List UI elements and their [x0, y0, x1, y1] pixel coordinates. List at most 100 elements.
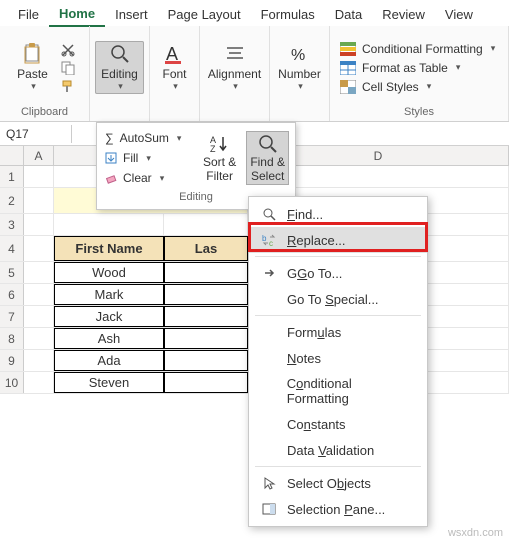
menu-formulas[interactable]: Formulas: [249, 319, 427, 345]
menu-replace[interactable]: bc Replace...: [249, 227, 427, 253]
group-alignment: Alignment ▾: [200, 26, 270, 121]
group-editing: Editing ▾: [90, 26, 150, 121]
conditional-formatting-icon: [340, 42, 356, 56]
data-cell-first[interactable]: Ash: [54, 328, 164, 349]
autosum-button[interactable]: ∑ AutoSum▾: [103, 129, 193, 147]
conditional-formatting-label: Conditional Formatting: [362, 42, 483, 56]
cell[interactable]: [24, 372, 54, 393]
chevron-down-icon: ▾: [173, 81, 178, 92]
font-icon: A: [163, 43, 185, 65]
chevron-down-icon: ▾: [31, 81, 36, 92]
row-header[interactable]: 3: [0, 214, 24, 235]
cell[interactable]: [24, 306, 54, 327]
number-button[interactable]: % Number ▾: [272, 41, 327, 94]
data-cell-last[interactable]: [164, 328, 248, 349]
editing-label: Editing: [101, 67, 138, 81]
menu-find[interactable]: Find...: [249, 201, 427, 227]
search-icon: [261, 206, 277, 222]
data-cell-last[interactable]: [164, 306, 248, 327]
menu-data-validation[interactable]: Data Validation: [249, 437, 427, 463]
chevron-down-icon: ▾: [298, 81, 303, 92]
clear-button[interactable]: Clear▾: [103, 169, 193, 187]
data-cell-last[interactable]: [164, 372, 248, 393]
cell[interactable]: [24, 262, 54, 283]
group-styles: Conditional Formatting▾ Format as Table▾…: [330, 26, 509, 121]
data-cell-last[interactable]: [164, 284, 248, 305]
styles-label: Styles: [404, 105, 434, 119]
data-cell-first[interactable]: Mark: [54, 284, 164, 305]
select-all-corner[interactable]: [0, 146, 24, 165]
data-cell-last[interactable]: [164, 350, 248, 371]
tab-file[interactable]: File: [8, 3, 49, 26]
cell[interactable]: [54, 214, 164, 235]
sort-filter-button[interactable]: AZ Sort & Filter: [199, 131, 240, 185]
menu-goto-special[interactable]: Go To Special...: [249, 286, 427, 312]
cell[interactable]: [24, 236, 54, 261]
fill-down-icon: [105, 152, 117, 164]
pane-icon: [261, 501, 277, 517]
row-header[interactable]: 6: [0, 284, 24, 305]
cell[interactable]: [24, 166, 54, 187]
menu-notes[interactable]: Notes: [249, 345, 427, 371]
row-header[interactable]: 1: [0, 166, 24, 187]
autosum-label: AutoSum: [120, 131, 169, 145]
clear-label: Clear: [123, 171, 152, 185]
data-cell-first[interactable]: Steven: [54, 372, 164, 393]
tab-home[interactable]: Home: [49, 2, 105, 27]
menu-conditional-formatting[interactable]: Conditional Formatting: [249, 371, 427, 411]
row-header[interactable]: 10: [0, 372, 24, 393]
conditional-formatting-button[interactable]: Conditional Formatting▾: [336, 41, 499, 57]
svg-text:Z: Z: [210, 144, 216, 154]
row-header[interactable]: 4: [0, 236, 24, 261]
tab-view[interactable]: View: [435, 3, 483, 26]
search-icon: [257, 133, 279, 155]
menu-select-objects[interactable]: Select Objects: [249, 470, 427, 496]
row-header[interactable]: 9: [0, 350, 24, 371]
font-button[interactable]: A Font ▾: [156, 41, 192, 94]
row-header[interactable]: 7: [0, 306, 24, 327]
cell[interactable]: [24, 328, 54, 349]
menu-goto[interactable]: GGo To...: [249, 260, 427, 286]
find-select-button[interactable]: Find & Select: [246, 131, 289, 185]
data-cell-first[interactable]: Wood: [54, 262, 164, 283]
menu-constants[interactable]: Constants: [249, 411, 427, 437]
replace-icon: bc: [261, 232, 277, 248]
data-cell-first[interactable]: Jack: [54, 306, 164, 327]
row-header[interactable]: 2: [0, 188, 24, 213]
copy-button[interactable]: [58, 60, 78, 76]
ribbon: Paste ▾ Clipboard Editing ▾ A Font: [0, 26, 509, 122]
data-cell-first[interactable]: Ada: [54, 350, 164, 371]
cell[interactable]: [24, 214, 54, 235]
chevron-down-icon: ▾: [118, 81, 123, 92]
svg-text:c: c: [269, 239, 273, 247]
paste-button[interactable]: Paste ▾: [11, 41, 54, 94]
editing-button[interactable]: Editing ▾: [95, 41, 144, 94]
alignment-button[interactable]: Alignment ▾: [202, 41, 267, 94]
header-first-name[interactable]: First Name: [54, 236, 164, 261]
menu-selection-pane[interactable]: Selection Pane...: [249, 496, 427, 522]
group-number: % Number ▾: [270, 26, 330, 121]
tab-insert[interactable]: Insert: [105, 3, 158, 26]
cell-styles-button[interactable]: Cell Styles▾: [336, 79, 435, 95]
row-header[interactable]: 5: [0, 262, 24, 283]
cell[interactable]: [24, 188, 54, 213]
cell[interactable]: [24, 350, 54, 371]
paste-label: Paste: [17, 67, 48, 81]
header-last-name[interactable]: Las: [164, 236, 248, 261]
col-header-a[interactable]: A: [24, 146, 54, 165]
format-as-table-button[interactable]: Format as Table▾: [336, 60, 464, 76]
search-icon: [109, 43, 131, 65]
cut-button[interactable]: [58, 42, 78, 58]
fill-button[interactable]: Fill▾: [103, 149, 193, 167]
row-header[interactable]: 8: [0, 328, 24, 349]
tab-review[interactable]: Review: [372, 3, 435, 26]
tab-formulas[interactable]: Formulas: [251, 3, 325, 26]
eraser-icon: [105, 172, 117, 184]
data-cell-last[interactable]: [164, 262, 248, 283]
tab-data[interactable]: Data: [325, 3, 372, 26]
name-box[interactable]: Q17: [0, 125, 72, 143]
tab-page-layout[interactable]: Page Layout: [158, 3, 251, 26]
cell[interactable]: [164, 214, 248, 235]
format-painter-button[interactable]: [58, 78, 78, 94]
cell[interactable]: [24, 284, 54, 305]
